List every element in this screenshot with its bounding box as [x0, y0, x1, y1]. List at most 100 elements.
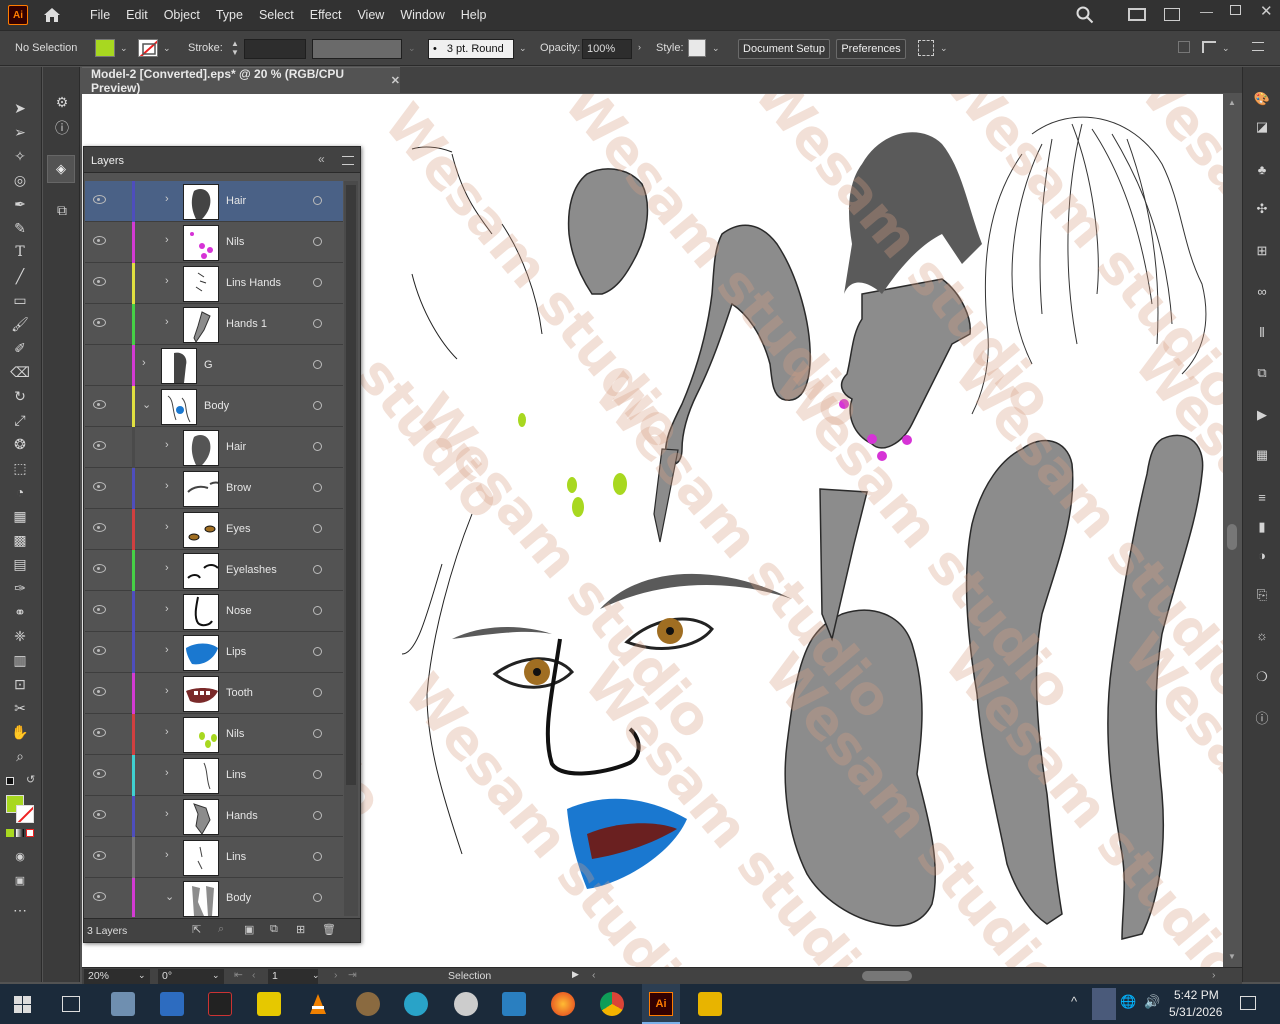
layer-name[interactable]: Hair [226, 441, 246, 453]
close-tab-icon[interactable]: ✕ [391, 74, 400, 87]
layer-row[interactable]: › Nose [85, 591, 343, 632]
width-profile-dropdown-icon[interactable]: ⌄ [408, 43, 416, 54]
layer-name[interactable]: Body [204, 400, 229, 412]
visibility-eye-icon[interactable] [93, 236, 106, 245]
notifications-icon[interactable] [1240, 996, 1256, 1010]
first-artboard-icon[interactable]: ⇤ [234, 969, 243, 981]
layer-name[interactable]: Lips [226, 646, 246, 658]
stroke-swatch[interactable] [138, 39, 158, 57]
stroke-dropdown-icon[interactable]: ⌄ [163, 43, 171, 54]
direct-selection-tool-icon[interactable]: ➢ [8, 121, 32, 143]
layer-target-icon[interactable] [313, 647, 322, 656]
photos-app-icon[interactable] [111, 992, 135, 1016]
layer-target-icon[interactable] [313, 770, 322, 779]
warp-tool-icon[interactable]: ❂ [8, 433, 32, 455]
layer-row[interactable]: › Hands 1 [85, 304, 343, 345]
create-new-layer-icon[interactable]: ⊞ [296, 923, 305, 936]
pen-tray-icon[interactable] [1092, 988, 1116, 1020]
collapse-chevron-icon[interactable]: ⌄ [165, 890, 174, 903]
layer-name[interactable]: Nose [226, 605, 252, 617]
magic-wand-icon[interactable]: ✧ [8, 145, 32, 167]
home-icon[interactable] [42, 5, 62, 25]
previous-artboard-icon[interactable]: ‹ [252, 969, 256, 981]
menu-view[interactable]: View [357, 8, 384, 22]
visibility-eye-icon[interactable] [93, 523, 106, 532]
opacity-input[interactable]: 100% [582, 39, 632, 59]
opacity-label[interactable]: Opacity: [540, 42, 580, 54]
visibility-eye-icon[interactable] [93, 892, 106, 901]
visibility-eye-icon[interactable] [93, 810, 106, 819]
artboard-number-field[interactable]: 1 [268, 969, 318, 984]
layer-name[interactable]: Brow [226, 482, 251, 494]
chrome-icon[interactable] [600, 992, 624, 1016]
scroll-thumb[interactable] [1227, 524, 1237, 550]
stroke-weight-input[interactable] [244, 39, 306, 59]
transform-dropdown-icon[interactable]: ⌄ [1222, 43, 1230, 54]
brush-dropdown-icon[interactable]: ⌄ [519, 43, 527, 54]
blend-tool-icon[interactable]: ⚭ [8, 601, 32, 623]
visibility-eye-icon[interactable] [93, 564, 106, 573]
windows-start-icon[interactable] [14, 996, 31, 1013]
layer-name[interactable]: Eyelashes [226, 564, 277, 576]
firefox-icon[interactable] [551, 992, 575, 1016]
brush-definition[interactable]: • 3 pt. Round [428, 39, 514, 59]
workspace-icon[interactable] [1164, 8, 1180, 21]
layer-name[interactable]: Body [226, 892, 251, 904]
layer-target-icon[interactable] [313, 442, 322, 451]
player-app-icon[interactable] [257, 992, 281, 1016]
layer-target-icon[interactable] [313, 237, 322, 246]
free-transform-icon[interactable]: ⬚ [8, 457, 32, 479]
graphic-styles-icon[interactable]: ❍ [1251, 667, 1273, 687]
locate-object-icon[interactable]: ⌕ [218, 923, 224, 936]
opacity-arrow-icon[interactable]: › [638, 42, 641, 52]
hand-tool-icon[interactable]: ✋ [8, 721, 32, 743]
layer-target-icon[interactable] [313, 524, 322, 533]
vlc-icon[interactable] [306, 992, 330, 1016]
layer-name[interactable]: Lins [226, 769, 246, 781]
expand-chevron-icon[interactable]: › [165, 767, 169, 779]
stroke-color-swatch[interactable] [16, 805, 34, 823]
layer-name[interactable]: Hands [226, 810, 258, 822]
expand-chevron-icon[interactable]: › [165, 439, 169, 451]
mesh-tool-icon[interactable]: ▩ [8, 529, 32, 551]
scale-tool-icon[interactable]: ⤢ [8, 409, 32, 431]
document-info-icon[interactable]: ⓘ [1251, 707, 1273, 727]
expand-chevron-icon[interactable]: › [165, 562, 169, 574]
layer-name[interactable]: Tooth [226, 687, 253, 699]
expand-chevron-icon[interactable]: › [165, 234, 169, 246]
drawing-modes-icon[interactable]: ◉ [8, 845, 32, 867]
rectangle-tool-icon[interactable]: ▭ [8, 289, 32, 311]
layer-row[interactable]: › Lins Hands [85, 263, 343, 304]
next-artboard-icon[interactable]: › [334, 969, 338, 981]
default-colors-icon[interactable] [6, 777, 14, 785]
paintbrush-icon[interactable]: 🖌 [8, 313, 32, 335]
layer-target-icon[interactable] [313, 401, 322, 410]
clock-time[interactable]: 5:42 PM [1174, 988, 1219, 1002]
expand-chevron-icon[interactable]: › [165, 316, 169, 328]
perspective-grid-icon[interactable]: ▦ [8, 505, 32, 527]
layer-name[interactable]: Eyes [226, 523, 250, 535]
layer-target-icon[interactable] [313, 278, 322, 287]
visibility-eye-icon[interactable] [93, 318, 106, 327]
appearance-panel-icon[interactable]: ☼ [1251, 625, 1273, 645]
layer-target-icon[interactable] [313, 606, 322, 615]
network-tray-icon[interactable]: 🌐 [1120, 994, 1136, 1010]
scroll-down-icon[interactable]: ▼ [1228, 952, 1236, 961]
paw-app-icon[interactable] [454, 992, 478, 1016]
color-guide-icon[interactable]: ◪ [1251, 117, 1273, 137]
shaper-tool-icon[interactable]: ✐ [8, 337, 32, 359]
menu-window[interactable]: Window [400, 8, 444, 22]
layer-row[interactable]: › G [85, 345, 343, 386]
color-mode-icons[interactable] [6, 829, 36, 837]
layer-target-icon[interactable] [313, 483, 322, 492]
clock-date[interactable]: 5/31/2026 [1169, 1005, 1222, 1019]
expand-chevron-icon[interactable]: › [165, 480, 169, 492]
search-icon[interactable] [1076, 6, 1094, 27]
expand-chevron-icon[interactable]: › [165, 808, 169, 820]
expand-chevron-icon[interactable]: › [165, 521, 169, 533]
network-app-icon[interactable] [404, 992, 428, 1016]
layer-row[interactable]: › Lips [85, 632, 343, 673]
visibility-eye-icon[interactable] [93, 646, 106, 655]
actions-panel-icon[interactable]: ▶ [1251, 405, 1273, 425]
layer-target-icon[interactable] [313, 319, 322, 328]
